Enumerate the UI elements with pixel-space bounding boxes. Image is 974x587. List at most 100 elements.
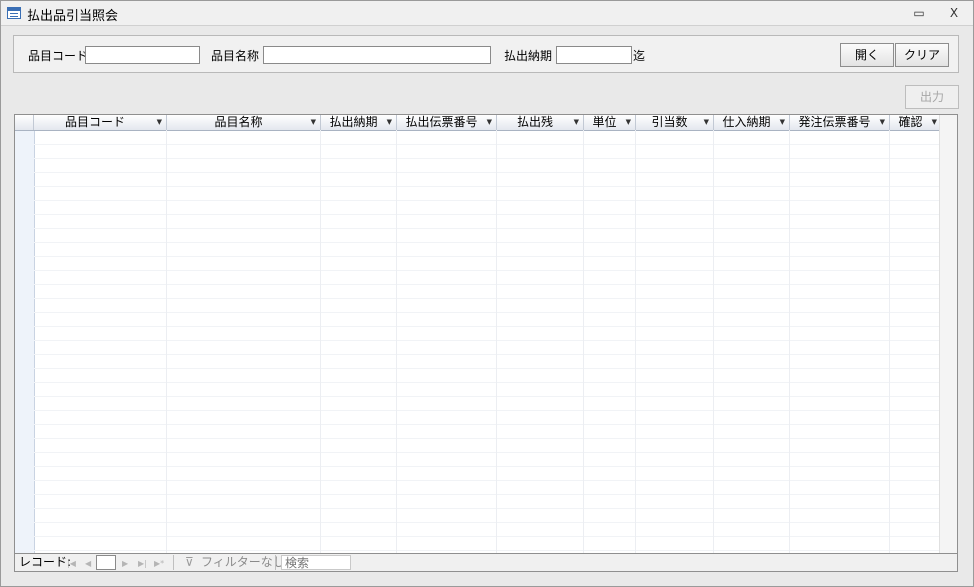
due-date-label: 払出納期 — [504, 49, 553, 63]
row-divider — [34, 466, 940, 467]
search-input[interactable] — [281, 555, 351, 570]
col-header-remaining[interactable]: 払出残 ▼ — [497, 115, 584, 130]
datasheet-grid[interactable]: 品目コード ▼ 品目名称 ▼ 払出納期 ▼ 払出伝票番号 ▼ 払出残 ▼ 単位 ▼ 引当数 ▼… — [14, 114, 958, 554]
sort-dropdown-icon[interactable]: ▼ — [574, 115, 579, 130]
select-all-cell[interactable] — [15, 115, 34, 130]
row-divider — [34, 550, 940, 551]
minimize-icon[interactable]: ▭ — [911, 6, 927, 20]
col-header-label: 引当数 — [651, 115, 688, 129]
column-divider — [396, 130, 397, 553]
col-header-label: 品目コード — [64, 115, 125, 129]
last-record-icon[interactable]: ▶| — [138, 556, 147, 571]
col-header-label: 発注伝票番号 — [798, 115, 871, 129]
record-label: レコード: — [19, 555, 72, 569]
row-divider — [34, 396, 940, 397]
due-date-input[interactable] — [556, 46, 632, 64]
first-record-icon[interactable]: |◀ — [67, 556, 76, 571]
col-header-item-name[interactable]: 品目名称 ▼ — [167, 115, 321, 130]
row-divider — [34, 438, 940, 439]
column-divider — [635, 130, 636, 553]
sort-dropdown-icon[interactable]: ▼ — [880, 115, 885, 130]
column-divider — [889, 130, 890, 553]
record-navigation-bar: レコード: |◀ ◀ ▶ ▶| ▶* ⊽ フィルターなし — [14, 554, 958, 572]
row-divider — [34, 256, 940, 257]
title-bar: 払出品引当照会 ▭ X — [1, 1, 973, 26]
row-divider — [34, 382, 940, 383]
vertical-scrollbar[interactable] — [939, 115, 957, 553]
col-header-label: 払出残 — [516, 115, 553, 129]
new-record-icon[interactable]: ▶* — [154, 556, 164, 571]
grid-header-row: 品目コード ▼ 品目名称 ▼ 払出納期 ▼ 払出伝票番号 ▼ 払出残 ▼ 単位 ▼ 引当数 ▼… — [15, 115, 957, 131]
col-header-purchase-date[interactable]: 仕入納期 ▼ — [714, 115, 790, 130]
column-divider — [496, 130, 497, 553]
filter-icon: ⊽ — [185, 555, 194, 569]
previous-record-icon[interactable]: ◀ — [85, 556, 91, 571]
filter-panel: 品目コード 品目名称 払出納期 迄 開く クリア — [13, 35, 959, 73]
sort-dropdown-icon[interactable]: ▼ — [626, 115, 631, 130]
sort-dropdown-icon[interactable]: ▼ — [932, 115, 937, 130]
sort-dropdown-icon[interactable]: ▼ — [704, 115, 709, 130]
column-divider — [713, 130, 714, 553]
col-header-confirm[interactable]: 確認 ▼ — [890, 115, 942, 130]
row-divider — [34, 270, 940, 271]
window-title: 払出品引当照会 — [27, 9, 119, 24]
column-divider — [320, 130, 321, 553]
sort-dropdown-icon[interactable]: ▼ — [311, 115, 316, 130]
row-divider — [34, 298, 940, 299]
row-divider — [34, 340, 940, 341]
form-window: 払出品引当照会 ▭ X 品目コード 品目名称 払出納期 迄 開く クリア 出力 … — [0, 0, 974, 587]
item-code-input[interactable] — [85, 46, 200, 64]
row-divider — [34, 354, 940, 355]
row-divider — [34, 228, 940, 229]
row-divider — [34, 200, 940, 201]
nav-divider — [173, 555, 174, 570]
col-header-order-no[interactable]: 発注伝票番号 ▼ — [790, 115, 890, 130]
clear-button[interactable]: クリア — [895, 43, 949, 67]
row-divider — [34, 312, 940, 313]
row-divider — [34, 144, 940, 145]
col-header-due-date[interactable]: 払出納期 ▼ — [321, 115, 397, 130]
row-divider — [34, 424, 940, 425]
col-header-allocated[interactable]: 引当数 ▼ — [636, 115, 714, 130]
row-divider — [34, 242, 940, 243]
row-divider — [34, 186, 940, 187]
filter-status-button[interactable]: フィルターなし — [201, 555, 285, 570]
item-name-label: 品目名称 — [211, 49, 260, 63]
row-divider — [34, 284, 940, 285]
col-header-label: 単位 — [592, 115, 617, 129]
col-header-label: 払出伝票番号 — [405, 115, 478, 129]
col-header-label: 確認 — [898, 115, 923, 129]
record-number-input[interactable] — [96, 555, 116, 570]
col-header-item-code[interactable]: 品目コード ▼ — [34, 115, 167, 130]
due-date-suffix: 迄 — [633, 49, 646, 63]
row-divider — [34, 508, 940, 509]
open-button[interactable]: 開く — [840, 43, 894, 67]
sort-dropdown-icon[interactable]: ▼ — [780, 115, 785, 130]
row-divider — [34, 494, 940, 495]
row-divider — [34, 214, 940, 215]
column-divider — [789, 130, 790, 553]
sort-dropdown-icon[interactable]: ▼ — [387, 115, 392, 130]
output-button[interactable]: 出力 — [905, 85, 959, 109]
column-divider — [583, 130, 584, 553]
column-divider — [166, 130, 167, 553]
row-divider — [34, 326, 940, 327]
col-header-unit[interactable]: 単位 ▼ — [584, 115, 636, 130]
record-selector-column[interactable] — [15, 115, 35, 553]
form-icon — [7, 7, 21, 19]
row-divider — [34, 452, 940, 453]
col-header-slip-no[interactable]: 払出伝票番号 ▼ — [397, 115, 497, 130]
item-name-input[interactable] — [263, 46, 491, 64]
item-code-label: 品目コード — [28, 49, 89, 63]
col-header-label: 品目名称 — [214, 115, 263, 129]
row-divider — [34, 368, 940, 369]
row-divider — [34, 522, 940, 523]
sort-dropdown-icon[interactable]: ▼ — [487, 115, 492, 130]
row-divider — [34, 480, 940, 481]
col-header-label: 仕入納期 — [722, 115, 771, 129]
next-record-icon[interactable]: ▶ — [122, 556, 128, 571]
sort-dropdown-icon[interactable]: ▼ — [157, 115, 162, 130]
close-icon[interactable]: X — [946, 6, 962, 20]
row-divider — [34, 172, 940, 173]
row-divider — [34, 536, 940, 537]
